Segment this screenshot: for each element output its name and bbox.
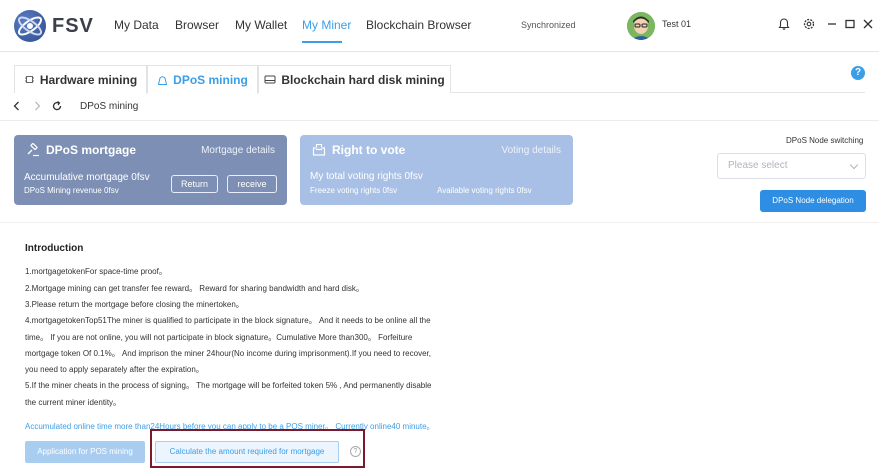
right-to-vote-title: Right to vote [332, 143, 406, 157]
question-icon[interactable]: ? [350, 446, 361, 457]
minimize-icon[interactable] [825, 17, 839, 31]
nav-my-miner[interactable]: My Miner [302, 18, 351, 32]
chevron-down-icon [849, 160, 859, 170]
receive-button[interactable]: receive [227, 175, 277, 193]
divider [0, 120, 879, 121]
tab-hardware-mining[interactable]: Hardware mining [14, 65, 147, 93]
intro-line: the current miner identity。 [25, 398, 122, 407]
close-icon[interactable] [861, 17, 875, 31]
ballot-box-icon [312, 143, 326, 156]
calculate-mortgage-button[interactable]: Calculate the amount required for mortga… [155, 441, 339, 463]
tab-label: Blockchain hard disk mining [281, 72, 445, 87]
intro-line: you need to apply separately after the e… [25, 365, 204, 374]
freeze-voting-rights: Freeze voting rights 0fsv [310, 186, 398, 195]
intro-line: 5.If the miner cheats in the process of … [25, 381, 432, 390]
help-icon[interactable]: ? [851, 66, 865, 80]
top-bar: FSV My Data Browser My Wallet My Miner B… [0, 0, 879, 52]
node-select-placeholder: Please select [728, 160, 788, 171]
back-arrow-icon[interactable] [12, 100, 22, 112]
intro-line: mortgage token Of 0.1%。 And imprison the… [25, 349, 431, 358]
refresh-icon[interactable] [51, 100, 63, 112]
intro-line: 4.mortgagetokenTop51The miner is qualifi… [25, 316, 431, 325]
intro-line: 2.Mortgage mining can get transfer fee r… [25, 284, 364, 293]
bag-icon [158, 75, 168, 85]
fsv-logo-icon [14, 10, 46, 42]
breadcrumb: DPoS mining [80, 101, 139, 112]
forward-arrow-icon[interactable] [32, 100, 42, 112]
settings-icon[interactable] [802, 17, 816, 31]
dpos-mortgage-card: DPoS mortgage Mortgage details Accumulat… [14, 135, 287, 205]
intro-line: time。 If you are not online, you will no… [25, 333, 413, 342]
nav-browser[interactable]: Browser [175, 18, 219, 32]
tab-dpos-mining[interactable]: DPoS mining [147, 65, 258, 94]
chip-icon [24, 76, 34, 83]
mining-tabs: Hardware mining DPoS mining Blockchain h… [14, 65, 865, 94]
dpos-node-switching-label: DPoS Node switching [786, 136, 864, 145]
accumulative-mortgage: Accumulative mortgage 0fsv [24, 172, 150, 183]
node-select[interactable]: Please select [717, 153, 866, 179]
app-name: FSV [52, 15, 94, 37]
gavel-icon [27, 143, 39, 157]
tab-label: Hardware mining [39, 72, 138, 87]
apply-pos-mining-button[interactable]: Application for POS mining [25, 441, 145, 463]
card-title-row: DPoS mortgage [26, 143, 136, 157]
introduction-title: Introduction [25, 243, 84, 254]
divider [0, 222, 879, 223]
nav-active-indicator [302, 41, 342, 43]
nav-blockchain-browser[interactable]: Blockchain Browser [366, 18, 471, 32]
tab-blockchain-hard-disk-mining[interactable]: Blockchain hard disk mining [258, 65, 451, 93]
tab-label: DPoS mining [173, 73, 248, 87]
harddisk-icon [264, 75, 276, 84]
intro-line: 1.mortgagetokenFor space-time proof。 [25, 267, 167, 276]
right-to-vote-card: Right to vote Voting details My total vo… [300, 135, 573, 205]
total-voting-rights: My total voting rights 0fsv [310, 171, 423, 182]
intro-line: 3.Please return the mortgage before clos… [25, 300, 244, 309]
bell-icon[interactable] [777, 17, 791, 31]
mortgage-details-link[interactable]: Mortgage details [201, 145, 275, 156]
user-avatar[interactable] [627, 12, 655, 40]
sync-status: Synchronized [521, 20, 576, 30]
username: Test 01 [662, 19, 692, 29]
nav-my-wallet[interactable]: My Wallet [235, 18, 287, 32]
dpos-node-delegation-button[interactable]: DPoS Node delegation [760, 190, 866, 212]
return-button[interactable]: Return [171, 175, 218, 193]
dpos-mortgage-title: DPoS mortgage [46, 143, 137, 157]
voting-details-link[interactable]: Voting details [502, 145, 562, 156]
maximize-icon[interactable] [843, 17, 857, 31]
available-voting-rights: Available voting rights 0fsv [437, 186, 532, 195]
dpos-mining-revenue: DPoS Mining revenue 0fsv [24, 186, 119, 195]
card-title-row: Right to vote [312, 143, 405, 157]
nav-my-data[interactable]: My Data [114, 18, 159, 32]
